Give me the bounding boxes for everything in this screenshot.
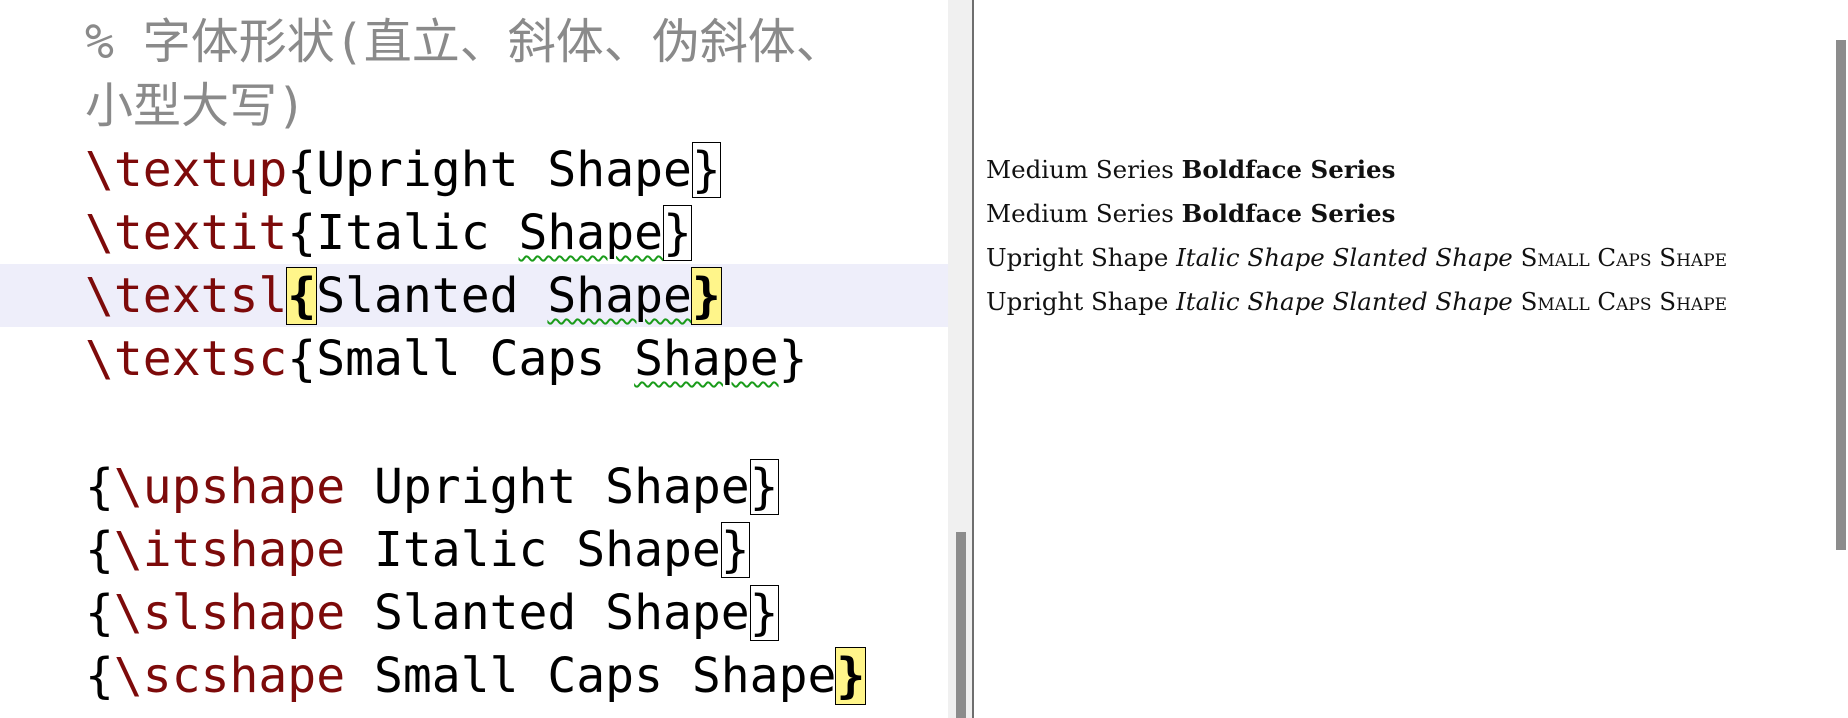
close-brace: } xyxy=(663,205,692,261)
code-line-textit[interactable]: \textit{Italic Shape} xyxy=(85,201,692,265)
latex-command: \itshape xyxy=(113,522,346,578)
close-brace: } xyxy=(749,585,779,641)
close-brace: } xyxy=(691,142,721,198)
pdf-preview[interactable]: Medium Series Boldface Series Medium Ser… xyxy=(974,0,1836,718)
medium-series-text: Medium Series xyxy=(986,155,1174,184)
spellcheck-word[interactable]: Shape xyxy=(519,205,664,261)
latex-editor-window: % 字体形状(直立、斜体、伪斜体、 小型大写) \textup{Upright … xyxy=(0,0,1848,718)
open-brace: { xyxy=(85,585,114,641)
smallcaps-shape-text: Small Caps Shape xyxy=(1520,287,1728,316)
open-brace: { xyxy=(287,331,317,387)
matched-open-brace: { xyxy=(286,267,318,325)
open-brace: { xyxy=(287,205,317,261)
boldface-series-text: Boldface Series xyxy=(1181,199,1396,228)
argument-text: Italic xyxy=(316,205,519,261)
comment-line: % 字体形状(直立、斜体、伪斜体、 xyxy=(85,14,844,70)
open-brace: { xyxy=(85,459,114,515)
latex-command: \textup xyxy=(85,142,288,198)
editor-scrollbar-thumb[interactable] xyxy=(956,532,966,718)
slanted-shape-text: Slanted Shape xyxy=(1332,287,1513,316)
upright-shape-text: Upright Shape xyxy=(986,287,1169,316)
latex-command: \textsl xyxy=(85,268,288,324)
preview-line-series: Medium Series Boldface Series xyxy=(986,154,1395,186)
latex-command: \upshape xyxy=(113,459,346,515)
italic-shape-text: Italic Shape xyxy=(1176,287,1325,316)
argument-text: Small Caps Shape xyxy=(345,648,837,704)
open-brace: { xyxy=(85,648,114,704)
upright-shape-text: Upright Shape xyxy=(986,243,1169,272)
close-brace: } xyxy=(749,459,779,515)
open-brace: { xyxy=(287,142,317,198)
open-brace: { xyxy=(85,522,114,578)
matched-close-brace: } xyxy=(835,647,867,705)
medium-series-text: Medium Series xyxy=(986,199,1174,228)
argument-text: Slanted Shape xyxy=(345,585,750,641)
code-line-upshape[interactable]: {\upshape Upright Shape} xyxy=(85,455,779,519)
preview-line-shapes: Upright Shape Italic Shape Slanted Shape… xyxy=(986,286,1727,318)
code-line-slshape[interactable]: {\slshape Slanted Shape} xyxy=(85,581,779,645)
argument-text: Upright Shape xyxy=(345,459,750,515)
preview-scrollbar-thumb[interactable] xyxy=(1836,40,1846,550)
preview-line-shapes: Upright Shape Italic Shape Slanted Shape… xyxy=(986,242,1727,274)
code-line-scshape[interactable]: {\scshape Small Caps Shape} xyxy=(85,644,867,708)
smallcaps-shape-text: Small Caps Shape xyxy=(1520,243,1728,272)
spellcheck-word[interactable]: Shape xyxy=(547,268,692,324)
argument-text: Italic Shape xyxy=(345,522,721,578)
latex-command: \textsc xyxy=(85,331,288,387)
argument-text: Small Caps xyxy=(316,331,635,387)
source-editor[interactable]: % 字体形状(直立、斜体、伪斜体、 小型大写) \textup{Upright … xyxy=(0,0,948,718)
italic-shape-text: Italic Shape xyxy=(1176,243,1325,272)
code-line-textup[interactable]: \textup{Upright Shape} xyxy=(85,138,721,202)
latex-command: \slshape xyxy=(113,585,346,641)
close-brace: } xyxy=(778,331,808,387)
argument-text: Slanted xyxy=(316,268,548,324)
code-line-itshape[interactable]: {\itshape Italic Shape} xyxy=(85,518,750,582)
matched-close-brace: } xyxy=(690,267,722,325)
spellcheck-word[interactable]: Shape xyxy=(634,331,779,387)
argument-text: Upright Shape xyxy=(316,142,692,198)
latex-command: \scshape xyxy=(113,648,346,704)
close-brace: } xyxy=(720,522,750,578)
slanted-shape-text: Slanted Shape xyxy=(1332,243,1513,272)
boldface-series-text: Boldface Series xyxy=(1181,155,1396,184)
code-line-textsc[interactable]: \textsc{Small Caps Shape} xyxy=(85,327,808,391)
preview-line-series: Medium Series Boldface Series xyxy=(986,198,1395,230)
latex-command: \textit xyxy=(85,205,288,261)
comment-line: 小型大写) xyxy=(85,78,306,134)
code-line-textsl[interactable]: \textsl{Slanted Shape} xyxy=(85,264,722,328)
